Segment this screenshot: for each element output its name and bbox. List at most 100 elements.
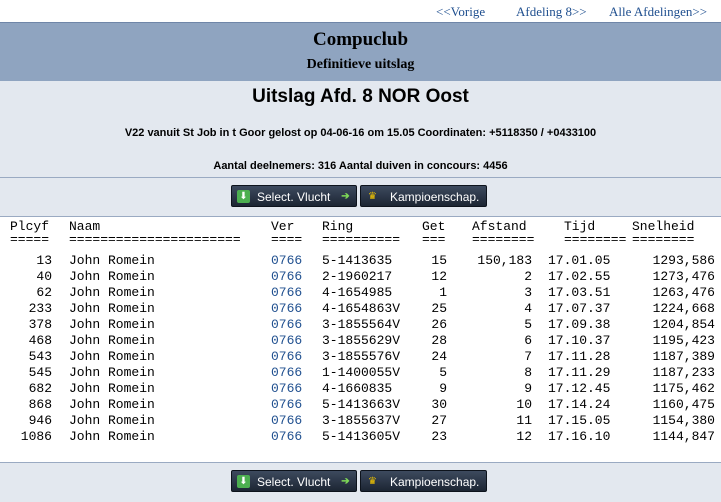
club-banner: Compuclub Definitieve uitslag bbox=[0, 22, 721, 82]
kampioenschap-button-bottom[interactable]: ♛ Kampioenschap. bbox=[360, 470, 487, 492]
arrow-right-icon: ➔ bbox=[341, 476, 350, 487]
underline-get: === bbox=[422, 232, 446, 247]
table-row: 233 John Romein 0766 4-1654863V 25 4 17.07.37 1… bbox=[0, 301, 721, 317]
underline-tijd: ======== bbox=[564, 232, 627, 247]
cell-snelheid: 1154,380 bbox=[652, 413, 715, 428]
cell-snelheid: 1293,586 bbox=[652, 253, 715, 268]
cell-get: 15 bbox=[431, 253, 447, 268]
button-bar-bottom: ⬇ Select. Vlucht ➔ ♛ Kampioenschap. bbox=[0, 462, 721, 502]
cell-tijd: 17.01.05 bbox=[548, 253, 611, 268]
cell-plcyf: 62 bbox=[36, 285, 52, 300]
cell-afstand: 5 bbox=[524, 317, 532, 332]
cell-snelheid: 1187,389 bbox=[652, 349, 715, 364]
underline-afstand: ======== bbox=[472, 232, 535, 247]
cell-naam: John Romein bbox=[69, 413, 155, 428]
table-row: 946 John Romein 0766 3-1855637V 27 11 17.15.05… bbox=[0, 413, 721, 429]
cell-snelheid: 1224,668 bbox=[652, 301, 715, 316]
cell-get: 5 bbox=[439, 365, 447, 380]
underline-plcyf: ===== bbox=[10, 232, 50, 247]
table-row: 545 John Romein 0766 1-1400055V 5 8 17.11.29 11… bbox=[0, 365, 721, 381]
select-vlucht-label: Select. Vlucht bbox=[257, 190, 331, 204]
cell-tijd: 17.09.38 bbox=[548, 317, 611, 332]
cell-snelheid: 1273,476 bbox=[652, 269, 715, 284]
crown-icon: ♛ bbox=[368, 191, 377, 202]
cell-naam: John Romein bbox=[69, 429, 155, 444]
cell-afstand: 3 bbox=[524, 285, 532, 300]
club-name: Compuclub bbox=[312, 29, 409, 50]
cell-ver-link[interactable]: 0766 bbox=[271, 285, 302, 300]
cell-get: 25 bbox=[431, 301, 447, 316]
kampioenschap-button[interactable]: ♛ Kampioenschap. bbox=[360, 185, 487, 207]
button-bar-top: ⬇ Select. Vlucht ➔ ♛ Kampioenschap. bbox=[0, 178, 721, 217]
kampioenschap-label: Kampioenschap. bbox=[390, 190, 480, 204]
download-icon: ⬇ bbox=[237, 190, 250, 203]
cell-plcyf: 378 bbox=[28, 317, 52, 332]
cell-plcyf: 543 bbox=[28, 349, 52, 364]
next-afdeling-link[interactable]: Afdeling 8>> bbox=[516, 4, 587, 20]
cell-snelheid: 1187,233 bbox=[652, 365, 715, 380]
cell-ver-link[interactable]: 0766 bbox=[271, 317, 302, 332]
cell-ring: 5-1413605V bbox=[322, 429, 401, 444]
previous-link[interactable]: <<Vorige bbox=[436, 4, 485, 20]
cell-ver-link[interactable]: 0766 bbox=[271, 269, 302, 284]
select-vlucht-button[interactable]: ⬇ Select. Vlucht ➔ bbox=[231, 185, 357, 207]
page-title: Uitslag Afd. 8 NOR Oost bbox=[252, 86, 469, 107]
select-vlucht-button-bottom[interactable]: ⬇ Select. Vlucht ➔ bbox=[231, 470, 357, 492]
cell-ver-link[interactable]: 0766 bbox=[271, 397, 302, 412]
cell-plcyf: 468 bbox=[28, 333, 52, 348]
underline-snelheid: ======== bbox=[632, 232, 695, 247]
cell-ver-link[interactable]: 0766 bbox=[271, 381, 302, 396]
cell-naam: John Romein bbox=[69, 253, 155, 268]
cell-snelheid: 1195,423 bbox=[652, 333, 715, 348]
cell-naam: John Romein bbox=[69, 301, 155, 316]
cell-ver-link[interactable]: 0766 bbox=[271, 413, 302, 428]
cell-get: 24 bbox=[431, 349, 447, 364]
cell-naam: John Romein bbox=[69, 333, 155, 348]
cell-tijd: 17.16.10 bbox=[548, 429, 611, 444]
cell-get: 28 bbox=[431, 333, 447, 348]
cell-tijd: 17.12.45 bbox=[548, 381, 611, 396]
cell-ver-link[interactable]: 0766 bbox=[271, 365, 302, 380]
cell-snelheid: 1204,854 bbox=[652, 317, 715, 332]
cell-plcyf: 868 bbox=[28, 397, 52, 412]
cell-afstand: 10 bbox=[516, 397, 532, 412]
cell-afstand: 6 bbox=[524, 333, 532, 348]
cell-tijd: 17.15.05 bbox=[548, 413, 611, 428]
cell-tijd: 17.02.55 bbox=[548, 269, 611, 284]
cell-afstand: 2 bbox=[524, 269, 532, 284]
all-afdelingen-link[interactable]: Alle Afdelingen>> bbox=[609, 4, 707, 20]
cell-naam: John Romein bbox=[69, 317, 155, 332]
cell-afstand: 11 bbox=[516, 413, 532, 428]
underline-ring: ========== bbox=[322, 232, 401, 247]
table-row: 468 John Romein 0766 3-1855629V 28 6 17.10.37 1… bbox=[0, 333, 721, 349]
cell-ring: 5-1413663V bbox=[322, 397, 401, 412]
cell-plcyf: 1086 bbox=[20, 429, 52, 444]
underline-ver: ==== bbox=[271, 232, 303, 247]
cell-ver-link[interactable]: 0766 bbox=[271, 349, 302, 364]
underline-naam: ====================== bbox=[69, 232, 241, 247]
cell-afstand: 12 bbox=[516, 429, 532, 444]
cell-ring: 3-1855564V bbox=[322, 317, 401, 332]
cell-ver-link[interactable]: 0766 bbox=[271, 333, 302, 348]
cell-tijd: 17.14.24 bbox=[548, 397, 611, 412]
flight-details: V22 vanuit St Job in t Goor gelost op 04… bbox=[124, 127, 597, 139]
participant-counts: Aantal deelnemers: 316 Aantal duiven in … bbox=[213, 160, 508, 172]
cell-tijd: 17.11.28 bbox=[548, 349, 611, 364]
cell-get: 1 bbox=[439, 285, 447, 300]
cell-plcyf: 946 bbox=[28, 413, 52, 428]
cell-snelheid: 1160,475 bbox=[652, 397, 715, 412]
cell-snelheid: 1263,476 bbox=[652, 285, 715, 300]
cell-ring: 3-1855629V bbox=[322, 333, 401, 348]
cell-plcyf: 40 bbox=[36, 269, 52, 284]
cell-afstand: 4 bbox=[524, 301, 532, 316]
cell-ver-link[interactable]: 0766 bbox=[271, 301, 302, 316]
cell-ring: 3-1855637V bbox=[322, 413, 401, 428]
select-vlucht-label: Select. Vlucht bbox=[257, 475, 331, 489]
cell-ring: 4-1660835 bbox=[322, 381, 393, 396]
cell-afstand: 7 bbox=[524, 349, 532, 364]
cell-plcyf: 682 bbox=[28, 381, 52, 396]
cell-ver-link[interactable]: 0766 bbox=[271, 253, 302, 268]
cell-ver-link[interactable]: 0766 bbox=[271, 429, 302, 444]
cell-snelheid: 1175,462 bbox=[652, 381, 715, 396]
table-row: 543 John Romein 0766 3-1855576V 24 7 17.11.28 1… bbox=[0, 349, 721, 365]
